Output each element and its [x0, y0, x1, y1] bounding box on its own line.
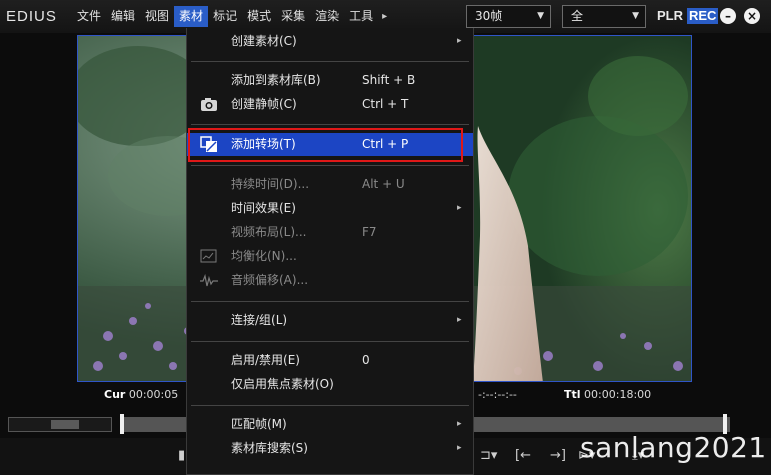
- submenu-arrow-icon: ▸: [457, 315, 462, 325]
- inout-timecode-value: -:--:--:--: [478, 388, 517, 401]
- menu-clip[interactable]: 素材: [174, 6, 209, 27]
- menu-item-label: 创建素材(C): [231, 34, 297, 48]
- mode-select[interactable]: 全 ▼: [562, 5, 646, 28]
- menu-item-label: 启用/禁用(E): [231, 353, 300, 367]
- menu-item-equalize[interactable]: 均衡化(N)...: [187, 245, 473, 268]
- menu-item-bin-search[interactable]: 素材库搜索(S) ▸: [187, 437, 473, 460]
- menu-capture[interactable]: 采集: [276, 6, 310, 27]
- menu-item-time-effect[interactable]: 时间效果(E) ▸: [187, 197, 473, 220]
- menu-item-create-still[interactable]: 创建静帧(C) Ctrl + T: [187, 93, 473, 116]
- shuttle-slider[interactable]: [8, 417, 112, 432]
- menu-item-enable-disable[interactable]: 启用/禁用(E) 0: [187, 349, 473, 372]
- menu-item-shortcut: Alt + U: [362, 177, 405, 191]
- menu-separator: [191, 61, 469, 62]
- chevron-down-icon: ▼: [537, 11, 544, 21]
- menu-render[interactable]: 渲染: [310, 6, 344, 27]
- menu-item-match-frame[interactable]: 匹配帧(M) ▸: [187, 413, 473, 436]
- menu-item-label: 视频布局(L)...: [231, 225, 307, 239]
- menu-item-shortcut: Ctrl + T: [362, 97, 409, 111]
- menu-item-label: 时间效果(E): [231, 201, 296, 215]
- menu-bar: 文件 编辑 视图 素材 标记 模式 采集 渲染 工具 ▸: [72, 6, 391, 27]
- menu-file[interactable]: 文件: [72, 6, 106, 27]
- prev-control-icon[interactable]: ▮: [178, 448, 185, 463]
- watermark-text: sanlang2021: [580, 431, 767, 464]
- submenu-arrow-icon: ▸: [457, 419, 462, 429]
- menu-item-duration[interactable]: 持续时间(D)... Alt + U: [187, 173, 473, 196]
- menu-separator: [191, 301, 469, 302]
- current-timecode: Cur 00:00:05: [104, 388, 178, 401]
- fps-select-value: 30帧: [475, 9, 503, 23]
- menu-item-video-layout[interactable]: 视频布局(L)... F7: [187, 221, 473, 244]
- equalize-icon: [200, 249, 217, 263]
- menu-item-label: 创建静帧(C): [231, 97, 297, 111]
- in-point-handle[interactable]: [120, 414, 124, 434]
- set-in-icon[interactable]: [←: [515, 448, 531, 463]
- menu-edit[interactable]: 编辑: [106, 6, 140, 27]
- menu-item-label: 匹配帧(M): [231, 417, 287, 431]
- menu-view[interactable]: 视图: [140, 6, 174, 27]
- shuttle-knob[interactable]: [51, 420, 79, 429]
- menu-item-label: 连接/组(L): [231, 313, 288, 327]
- menu-separator: [191, 165, 469, 166]
- menu-item-shortcut: F7: [362, 225, 377, 239]
- menu-item-enable-focused[interactable]: 仅启用焦点素材(O): [187, 373, 473, 396]
- close-icon[interactable]: ×: [744, 8, 760, 24]
- camera-icon: [201, 98, 217, 111]
- menu-item-label: 添加到素材库(B): [231, 73, 321, 87]
- menu-item-create-clip[interactable]: 创建素材(C) ▸: [187, 30, 473, 53]
- current-timecode-label: Cur: [104, 388, 126, 401]
- submenu-arrow-icon: ▸: [457, 443, 462, 453]
- menu-item-shortcut: 0: [362, 353, 370, 367]
- minimize-icon[interactable]: –: [720, 8, 736, 24]
- menu-separator: [191, 405, 469, 406]
- mode-select-value: 全: [571, 9, 584, 23]
- menu-mode[interactable]: 模式: [242, 6, 276, 27]
- total-timecode-value: 00:00:18:00: [584, 388, 652, 401]
- rec-button[interactable]: REC: [687, 8, 719, 24]
- chevron-down-icon: ▼: [632, 11, 639, 21]
- menu-item-add-to-bin[interactable]: 添加到素材库(B) Shift + B: [187, 69, 473, 92]
- menu-separator: [191, 124, 469, 125]
- submenu-arrow-icon: ▸: [457, 203, 462, 213]
- menu-item-label: 均衡化(N)...: [231, 249, 297, 263]
- fps-select[interactable]: 30帧 ▼: [466, 5, 551, 28]
- menu-item-label: 素材库搜索(S): [231, 441, 308, 455]
- app-logo: EDIUS: [6, 8, 57, 25]
- menu-item-label: 仅启用焦点素材(O): [231, 377, 334, 391]
- menu-tools[interactable]: 工具: [344, 6, 378, 27]
- menu-more-icon[interactable]: ▸: [378, 6, 391, 27]
- menu-item-shortcut: Shift + B: [362, 73, 416, 87]
- inout-timecode: -:--:--:--: [478, 388, 517, 401]
- menu-item-link-group[interactable]: 连接/组(L) ▸: [187, 309, 473, 332]
- menu-item-label: 持续时间(D)...: [231, 177, 310, 191]
- overwrite-icon[interactable]: ⊐▾: [480, 448, 497, 463]
- menu-item-label: 音频偏移(A)...: [231, 273, 309, 287]
- menu-item-audio-offset[interactable]: 音频偏移(A)...: [187, 269, 473, 292]
- audio-offset-icon: [200, 273, 218, 287]
- total-timecode: Ttl 00:00:18:00: [564, 388, 651, 401]
- set-out-icon[interactable]: →]: [550, 448, 566, 463]
- menu-separator: [191, 341, 469, 342]
- clip-menu-dropdown: 创建素材(C) ▸ 添加到素材库(B) Shift + B 创建静帧(C) Ct…: [186, 28, 474, 475]
- annotation-highlight-box: [188, 128, 463, 162]
- current-timecode-value: 00:00:05: [128, 388, 179, 401]
- total-timecode-label: Ttl: [564, 388, 581, 401]
- plr-button[interactable]: PLR: [657, 8, 683, 23]
- submenu-arrow-icon: ▸: [457, 36, 462, 46]
- menu-marker[interactable]: 标记: [208, 6, 242, 27]
